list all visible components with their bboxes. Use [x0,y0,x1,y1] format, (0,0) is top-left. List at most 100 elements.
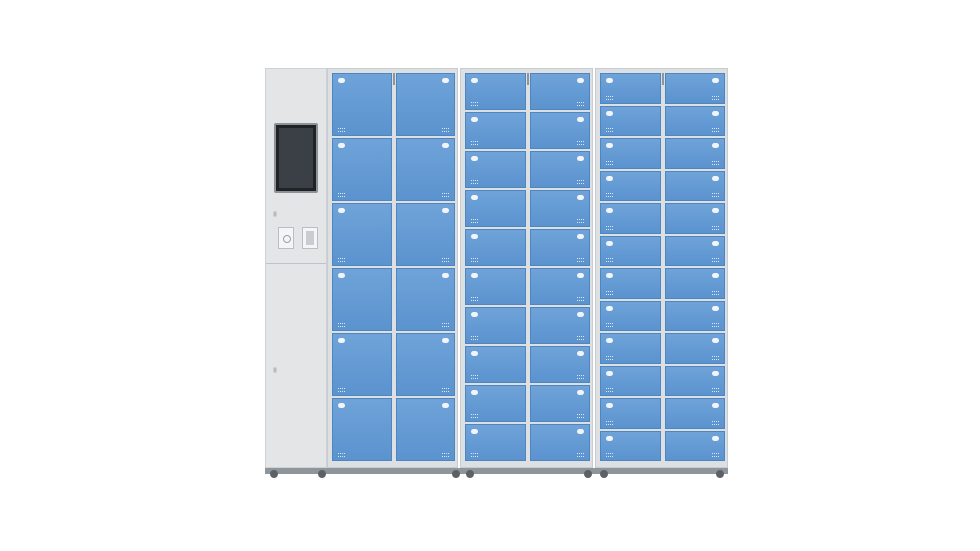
vent-icon [577,219,584,223]
lock-icon [712,338,719,343]
locker-door[interactable] [529,385,590,422]
locker-door[interactable] [664,170,725,201]
locker-door[interactable] [600,365,661,396]
lock-icon [338,273,345,278]
locker-door[interactable] [465,424,526,461]
locker-door[interactable] [529,268,590,305]
locker-door[interactable] [600,333,661,364]
locker-door[interactable] [332,203,392,266]
vent-icon [442,193,449,197]
lock-icon [712,403,719,408]
locker-door[interactable] [395,203,455,266]
vent-icon [338,258,345,262]
lock-icon [606,143,613,148]
divider-post [526,73,529,85]
lock-icon [338,143,345,148]
locker-door[interactable] [664,73,725,104]
vent-icon [712,160,719,165]
locker-door[interactable] [664,430,725,461]
locker-door[interactable] [465,346,526,383]
locker-door[interactable] [664,203,725,234]
locker-door[interactable] [600,170,661,201]
vent-icon [577,414,584,418]
vent-icon [606,388,613,392]
locker-door[interactable] [395,398,455,461]
locker-door[interactable] [664,300,725,331]
lock-icon [606,370,613,376]
touchscreen-icon[interactable] [274,123,318,193]
locker-door[interactable] [529,307,590,344]
locker-door[interactable] [664,138,725,169]
locker-door[interactable] [529,229,590,266]
locker-door[interactable] [600,138,661,169]
locker-door[interactable] [395,268,455,331]
lock-icon [712,273,719,278]
lock-icon [273,367,277,373]
locker-door[interactable] [664,333,725,364]
locker-door[interactable] [529,346,590,383]
locker-door[interactable] [332,268,392,331]
locker-door[interactable] [664,365,725,396]
locker-door[interactable] [664,105,725,136]
locker-door[interactable] [600,398,661,429]
locker-door[interactable] [600,203,661,234]
vent-icon [471,414,478,418]
rfid-reader-icon[interactable] [278,227,294,249]
locker-door[interactable] [529,190,590,227]
divider-post [392,73,395,85]
locker-door[interactable] [600,235,661,266]
locker-door[interactable] [600,268,661,299]
vent-icon [577,375,584,379]
vent-icon [338,388,345,392]
lock-icon [606,78,613,83]
locker-door[interactable] [600,73,661,104]
lock-icon [471,156,478,161]
locker-door[interactable] [332,73,392,136]
lock-icon [606,338,613,343]
lock-icon [471,351,478,356]
locker-door[interactable] [600,105,661,136]
lock-icon [577,273,584,278]
locker-door[interactable] [664,268,725,299]
locker-door[interactable] [395,138,455,201]
vent-icon [712,388,719,392]
vent-icon [712,453,719,457]
lock-icon [712,305,719,311]
locker-door[interactable] [529,424,590,461]
locker-door[interactable] [465,307,526,344]
vent-icon [471,219,478,223]
locker-door[interactable] [600,300,661,331]
vent-icon [606,160,613,165]
locker-door[interactable] [465,73,526,110]
vent-icon [442,128,449,132]
locker-door[interactable] [465,229,526,266]
vent-icon [442,453,449,457]
locker-door[interactable] [529,151,590,188]
lock-icon [606,240,613,246]
locker-door[interactable] [465,112,526,149]
locker-door[interactable] [529,112,590,149]
locker-door[interactable] [529,73,590,110]
locker-door[interactable] [332,398,392,461]
locker-door[interactable] [465,151,526,188]
lock-icon [577,234,584,239]
locker-door[interactable] [332,138,392,201]
vent-icon [606,355,613,360]
lock-icon [606,273,613,278]
vent-icon [606,258,613,262]
locker-door[interactable] [332,333,392,396]
lock-icon [712,175,719,181]
locker-door[interactable] [395,333,455,396]
locker-door[interactable] [664,398,725,429]
locker-door[interactable] [465,268,526,305]
vent-icon [577,141,584,145]
lock-icon [712,78,719,83]
locker-door[interactable] [600,430,661,461]
lock-icon [471,273,478,278]
scanner-icon[interactable] [302,227,318,249]
vent-icon [577,102,584,106]
locker-door[interactable] [465,190,526,227]
locker-door[interactable] [395,73,455,136]
locker-door[interactable] [465,385,526,422]
locker-door[interactable] [664,235,725,266]
